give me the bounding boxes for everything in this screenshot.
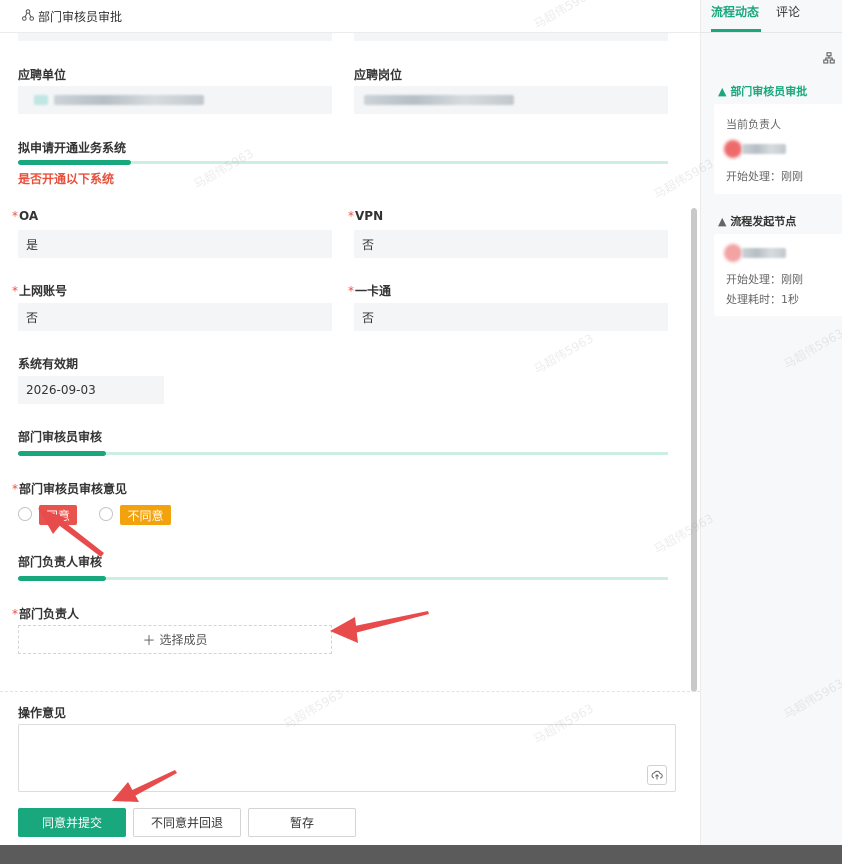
bottom-dark-bar <box>0 845 842 864</box>
validity-label: 系统有效期 <box>18 357 79 371</box>
agree-option-tag[interactable]: 同意 <box>39 505 77 525</box>
avatar <box>724 244 742 262</box>
net-account-label: *上网账号 <box>12 284 68 298</box>
operation-opinion-textarea[interactable] <box>18 724 676 792</box>
review-opinion-label: *部门审核员审核意见 <box>12 482 128 496</box>
current-node-title: ▲ 部门审核员审批 <box>718 85 808 98</box>
validity-date-field[interactable]: 2026-09-03 <box>18 376 164 404</box>
avatar <box>724 140 742 158</box>
current-node-card: 当前负责人 开始处理：刚刚 <box>714 104 842 194</box>
select-member-text: 选择成员 <box>159 633 208 647</box>
operation-opinion-label: 操作意见 <box>18 706 67 720</box>
upload-attachment-button[interactable] <box>647 765 667 785</box>
net-account-field[interactable]: 否 <box>18 303 332 331</box>
plus-icon: ＋ <box>142 634 156 649</box>
active-tab-indicator <box>711 29 761 32</box>
tab-flow-dynamics[interactable]: 流程动态 <box>711 3 759 20</box>
campus-card-label: *一卡通 <box>348 284 392 298</box>
agree-submit-button[interactable]: 同意并提交 <box>18 808 126 837</box>
start-start-time: 开始处理：刚刚 <box>726 273 803 286</box>
flow-node-icon <box>22 8 34 24</box>
head-section-title: 部门负责人审核 <box>18 555 103 569</box>
form-scrollbar[interactable] <box>691 208 697 692</box>
start-node-card: 开始处理：刚刚 处理耗时：1秒 <box>714 234 842 316</box>
head-label: *部门负责人 <box>12 607 80 621</box>
start-node-title: ▲ 流程发起节点 <box>718 215 797 228</box>
apply-unit-field[interactable] <box>18 86 332 114</box>
side-tabs: 流程动态 评论 <box>701 0 842 33</box>
disagree-option-tag[interactable]: 不同意 <box>120 505 171 525</box>
apply-post-label: 应聘岗位 <box>354 68 403 82</box>
triangle-up-icon: ▲ <box>718 85 727 98</box>
vpn-label: *VPN <box>348 209 384 223</box>
page-title: 部门审核员审批 <box>38 9 123 24</box>
main-form-panel: 部门审核员审批 应聘单位 应聘岗位 拟申请开通业务系统 是否开通以下系统 *OA… <box>0 0 700 845</box>
blurred-name <box>742 144 786 154</box>
triangle-up-icon: ▲ <box>718 215 727 228</box>
form-header: 部门审核员审批 <box>0 0 700 33</box>
save-draft-button[interactable]: 暂存 <box>248 808 356 837</box>
start-elapsed-time: 处理耗时：1秒 <box>726 293 799 306</box>
section-divider <box>18 160 668 165</box>
oa-field[interactable]: 是 <box>18 230 332 258</box>
section-divider <box>18 451 668 456</box>
oa-label: *OA <box>12 209 39 223</box>
tab-comments[interactable]: 评论 <box>776 3 800 20</box>
flow-chart-icon[interactable] <box>823 52 835 67</box>
blurred-text <box>34 95 48 105</box>
blurred-text <box>54 95 204 105</box>
select-member-button[interactable]: ＋ 选择成员 <box>18 625 332 654</box>
upload-cloud-icon <box>651 770 663 780</box>
field-stub-right <box>354 33 668 41</box>
campus-card-field[interactable]: 否 <box>354 303 668 331</box>
biz-warning-text: 是否开通以下系统 <box>18 172 115 186</box>
form-footer-divider <box>0 691 700 692</box>
biz-section-title: 拟申请开通业务系统 <box>18 141 127 155</box>
disagree-radio[interactable] <box>99 507 113 521</box>
apply-unit-label: 应聘单位 <box>18 68 67 82</box>
apply-post-field[interactable] <box>354 86 668 114</box>
review-section-title: 部门审核员审核 <box>18 430 103 444</box>
vpn-field[interactable]: 否 <box>354 230 668 258</box>
blurred-text <box>364 95 514 105</box>
blurred-name <box>742 248 786 258</box>
agree-radio[interactable] <box>18 507 32 521</box>
section-divider <box>18 576 668 581</box>
current-start-time: 开始处理：刚刚 <box>726 170 803 183</box>
current-owner-label: 当前负责人 <box>726 118 781 131</box>
field-stub-left <box>18 33 332 41</box>
reject-return-button[interactable]: 不同意并回退 <box>133 808 241 837</box>
flow-side-panel: 流程动态 评论 ▲ 部门审核员审批 当前负责人 开始处理：刚刚 ▲ 流程发起节点… <box>700 0 842 845</box>
